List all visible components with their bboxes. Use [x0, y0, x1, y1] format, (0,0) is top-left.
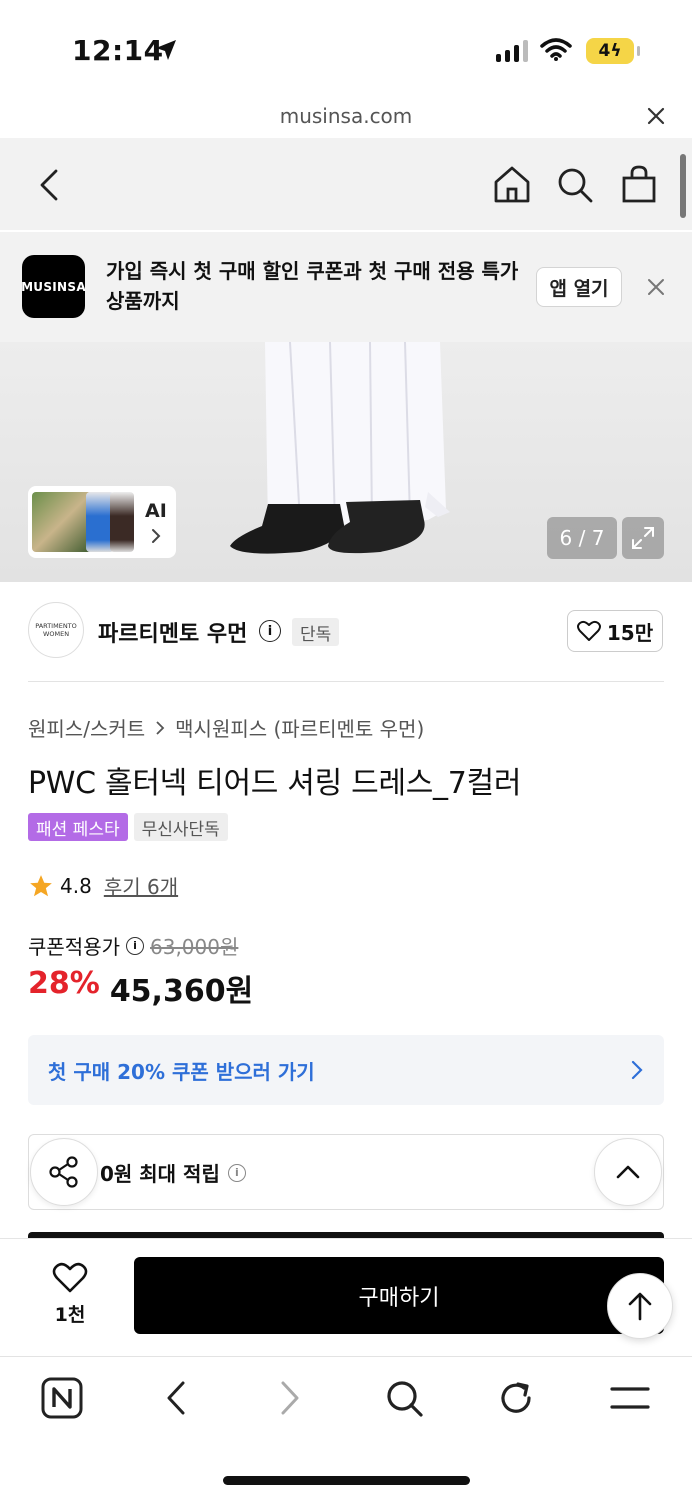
- divider: [28, 681, 664, 682]
- brand-logo-line1: PARTIMENTO: [35, 622, 77, 630]
- coupon-price-label: 쿠폰적용가: [28, 935, 120, 959]
- image-counter: 6 / 7: [547, 517, 617, 559]
- brand-logo[interactable]: PARTIMENTO WOMEN: [28, 602, 84, 658]
- banner-message: 가입 즉시 첫 구매 할인 쿠폰과 첫 구매 전용 특가 상품까지: [106, 259, 519, 313]
- heart-icon: [52, 1262, 88, 1293]
- discount-rate: 28%: [28, 966, 100, 1001]
- breadcrumb-subcategory[interactable]: 맥시원피스 (파르티멘토 우먼): [175, 713, 424, 742]
- info-icon[interactable]: i: [227, 1163, 246, 1182]
- signal-icon: [496, 40, 528, 62]
- share-icon: [49, 1156, 78, 1188]
- price-row: 28% 45,360원: [28, 966, 253, 1010]
- review-link[interactable]: 후기 6개: [104, 871, 178, 900]
- wifi-icon: [540, 38, 572, 61]
- naver-icon: [41, 1377, 83, 1419]
- forward-icon: [281, 1381, 299, 1415]
- naver-home-button[interactable]: [40, 1376, 84, 1420]
- info-icon[interactable]: i: [259, 620, 281, 642]
- thumbnail-3: [110, 492, 134, 552]
- thumbnail-strip[interactable]: [28, 486, 176, 558]
- buy-button[interactable]: 구매하기: [134, 1257, 664, 1334]
- arrow-up-icon: [628, 1292, 652, 1321]
- browser-back-button[interactable]: [154, 1376, 198, 1420]
- reload-icon: [501, 1382, 531, 1413]
- home-icon[interactable]: [492, 164, 532, 204]
- collapse-button[interactable]: [594, 1138, 662, 1206]
- musinsa-logo: MUSINSA: [21, 255, 86, 318]
- exclusive-badge: 단독: [292, 618, 340, 646]
- menu-button[interactable]: [608, 1376, 652, 1420]
- chevron-up-icon: [616, 1165, 640, 1179]
- browser-forward-button[interactable]: [268, 1376, 312, 1420]
- info-icon[interactable]: i: [126, 936, 144, 955]
- musinsa-exclusive-badge: 무신사단독: [133, 813, 228, 841]
- chevron-right-icon: [631, 1060, 643, 1080]
- ai-label[interactable]: AI: [145, 500, 167, 522]
- location-arrow-icon: [156, 40, 176, 60]
- brand-like-count: 15만: [606, 620, 654, 645]
- rating-value: 4.8: [60, 873, 92, 898]
- fashion-festa-badge: 패션 페스타: [28, 813, 128, 841]
- search-icon[interactable]: [556, 166, 594, 204]
- chevron-right-icon: [156, 720, 165, 735]
- badge-row: 패션 페스타 무신사단독: [28, 813, 228, 841]
- thumbnail-1: [32, 492, 92, 552]
- battery-level: 4: [598, 41, 611, 61]
- brand-logo-line2: WOMEN: [42, 630, 70, 638]
- back-icon: [167, 1381, 185, 1415]
- status-time: 12:14: [72, 34, 164, 67]
- brand-name[interactable]: 파르티멘토 우먼: [98, 616, 247, 648]
- reload-button[interactable]: [494, 1376, 538, 1420]
- original-price: 63,000원: [150, 935, 239, 959]
- back-icon[interactable]: [36, 168, 64, 202]
- heart-icon: [576, 620, 601, 641]
- menu-icon: [610, 1387, 650, 1409]
- url-text[interactable]: musinsa.com: [0, 104, 692, 128]
- scrollbar[interactable]: [680, 154, 686, 218]
- coupon-text: 첫 구매 20% 쿠폰 받으러 가기: [48, 1059, 315, 1084]
- open-app-button[interactable]: 앱 열기: [536, 267, 622, 307]
- max-points-text: 0원 최대 적립: [100, 1162, 220, 1186]
- browser-search-button[interactable]: [382, 1376, 426, 1420]
- search-icon: [387, 1381, 423, 1417]
- close-icon[interactable]: [644, 104, 668, 128]
- star-icon: [30, 874, 52, 896]
- product-title: PWC 홀터넥 티어드 셔링 드레스_7컬러: [28, 766, 522, 801]
- share-button[interactable]: [30, 1138, 98, 1206]
- wishlist-count: 1천: [54, 1304, 86, 1326]
- expand-icon: [632, 527, 654, 549]
- rating-row: 4.8 후기 6개: [28, 871, 178, 900]
- sale-price: 45,360원: [109, 974, 254, 1009]
- wishlist-button[interactable]: 1천: [38, 1262, 102, 1327]
- expand-button[interactable]: [622, 517, 664, 559]
- brand-like-button[interactable]: 15만: [567, 610, 663, 652]
- points-row: 0원 최대 적립 i: [100, 1158, 246, 1187]
- chevron-right-icon[interactable]: [150, 527, 162, 545]
- banner-close-icon[interactable]: [645, 276, 667, 298]
- scroll-top-button[interactable]: [607, 1273, 673, 1339]
- battery-indicator: 4ϟ: [586, 38, 640, 64]
- first-purchase-coupon-link[interactable]: 첫 구매 20% 쿠폰 받으러 가기: [28, 1035, 664, 1105]
- home-indicator[interactable]: [223, 1476, 470, 1485]
- breadcrumb: 원피스/스커트 맥시원피스 (파르티멘토 우먼): [28, 713, 424, 742]
- price-label-row: 쿠폰적용가 i 63,000원: [28, 931, 238, 960]
- cart-icon[interactable]: [620, 164, 658, 204]
- breadcrumb-category[interactable]: 원피스/스커트: [28, 713, 145, 742]
- bolt-icon: ϟ: [610, 41, 622, 61]
